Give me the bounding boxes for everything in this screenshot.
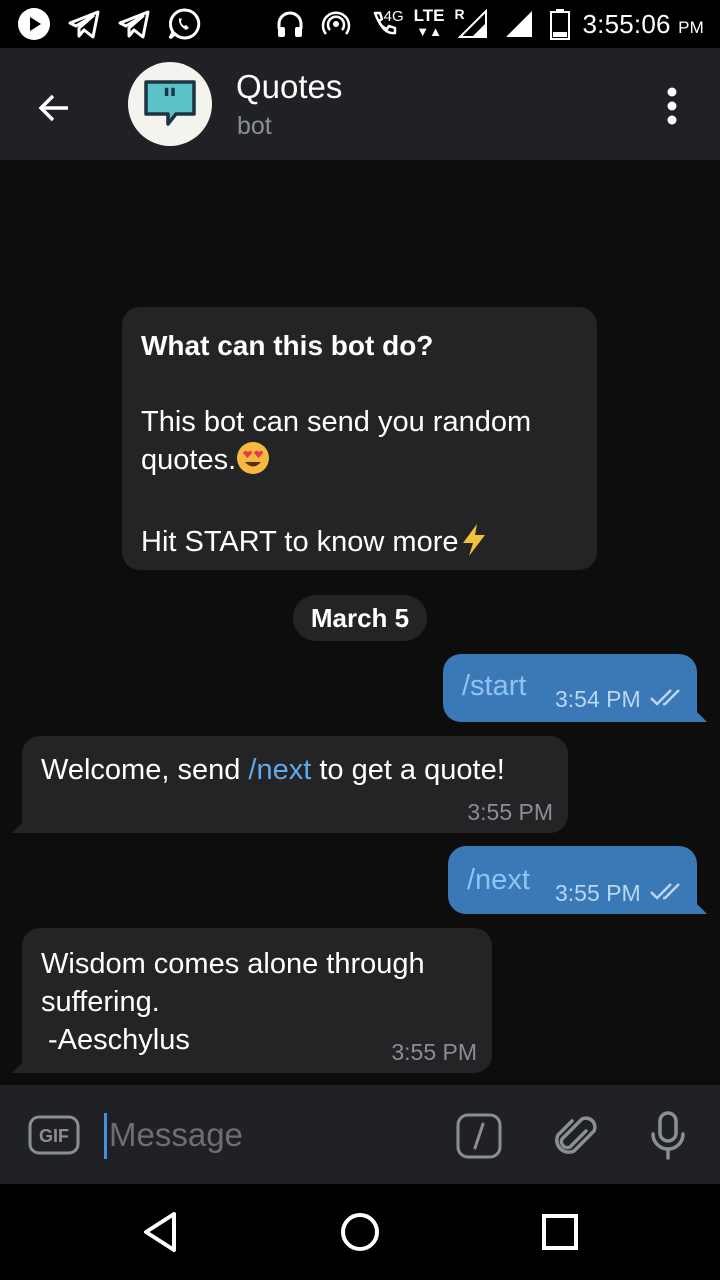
clock: 3:55:06 PM (583, 9, 705, 40)
lightning-emoji-icon (459, 523, 489, 567)
bot-intro-card: What can this bot do? This bot can send … (122, 307, 597, 570)
telegram-icon (66, 6, 102, 42)
message-text: /next (467, 864, 530, 896)
chat-title[interactable]: Quotes (236, 68, 342, 106)
svg-text:": " (162, 83, 178, 118)
whatsapp-icon (166, 6, 202, 42)
notification-icons (16, 6, 202, 42)
chat-header: " Quotes bot (0, 48, 720, 160)
back-button[interactable] (26, 80, 82, 136)
chat-area[interactable]: What can this bot do? This bot can send … (0, 160, 720, 1085)
message-text: Welcome, send /next to get a quote! (41, 754, 505, 786)
bot-commands-button[interactable] (455, 1112, 503, 1160)
signal-icon: R (455, 6, 491, 42)
attach-button[interactable] (548, 1109, 604, 1165)
message-time: 3:55 PM (555, 880, 641, 906)
message-text: /start (462, 670, 527, 702)
bubble-tail (12, 819, 26, 833)
lte-label: LTE (413, 6, 445, 25)
nav-home-icon (341, 1213, 379, 1251)
quote-bubble-icon: " (144, 80, 196, 126)
system-icons: 4G LTE ▼▲ R 3:55:06 PM (272, 0, 704, 48)
message-incoming[interactable]: Wisdom comes alone through suffering. -A… (12, 928, 492, 1073)
play-icon (16, 6, 52, 42)
message-outgoing[interactable]: /start 3:54 PM (443, 654, 707, 722)
back-arrow-icon (38, 94, 68, 122)
bubble-tail (12, 1059, 26, 1073)
battery-icon (547, 6, 573, 42)
more-options-button[interactable] (648, 78, 696, 134)
avatar[interactable]: " (128, 62, 212, 146)
hotspot-icon (318, 6, 354, 42)
message-outgoing[interactable]: /next 3:55 PM (448, 846, 707, 914)
next-command-link[interactable]: /next (248, 754, 311, 786)
message-time: 3:54 PM (555, 686, 641, 712)
telegram-icon (116, 6, 152, 42)
bubble-tail (693, 900, 707, 914)
nav-home-button[interactable] (332, 1204, 388, 1260)
slash-command-icon (456, 1113, 502, 1159)
message-incoming[interactable]: Welcome, send /next to get a quote! 3:55… (12, 736, 568, 833)
paperclip-icon (555, 1116, 597, 1154)
clock-time: 3:55:06 (582, 8, 671, 39)
clock-ampm: PM (678, 17, 704, 37)
nav-recents-button[interactable] (532, 1204, 588, 1260)
message-input[interactable] (107, 1109, 439, 1161)
roaming-label: R (454, 6, 465, 22)
chat-subtitle: bot (237, 112, 272, 140)
nav-back-button[interactable] (132, 1204, 188, 1260)
status-bar: 4G LTE ▼▲ R 3:55:06 PM (0, 0, 720, 48)
voice-message-button[interactable] (640, 1107, 696, 1163)
message-input-bar: GIF (0, 1085, 720, 1184)
double-check-icon (650, 883, 680, 900)
bubble-tail (693, 708, 707, 722)
more-vertical-icon (667, 87, 677, 125)
wifi-calling-icon: 4G (364, 6, 404, 42)
signal-icon (501, 6, 537, 42)
headphones-icon (272, 6, 308, 42)
double-check-icon (650, 689, 680, 706)
gif-label: GIF (39, 1126, 69, 1146)
gif-button[interactable]: GIF (28, 1115, 80, 1155)
bot-intro-question: What can this bot do? (141, 330, 434, 361)
message-text: Wisdom comes alone through suffering. -A… (41, 948, 425, 1056)
nav-back-icon (144, 1212, 176, 1252)
bot-intro-description: This bot can send you random quotes. (141, 403, 578, 485)
microphone-icon (651, 1111, 685, 1160)
date-separator: March 5 (293, 595, 427, 641)
nav-recents-icon (542, 1214, 578, 1250)
system-navigation-bar (0, 1184, 720, 1280)
message-time: 3:55 PM (467, 799, 553, 825)
network-type-label: 4G (383, 8, 404, 25)
message-time: 3:55 PM (391, 1039, 477, 1065)
bot-intro-cta: Hit START to know more (141, 523, 578, 567)
lte-indicator: LTE ▼▲ (413, 6, 445, 39)
heart-eyes-emoji-icon (236, 441, 270, 485)
